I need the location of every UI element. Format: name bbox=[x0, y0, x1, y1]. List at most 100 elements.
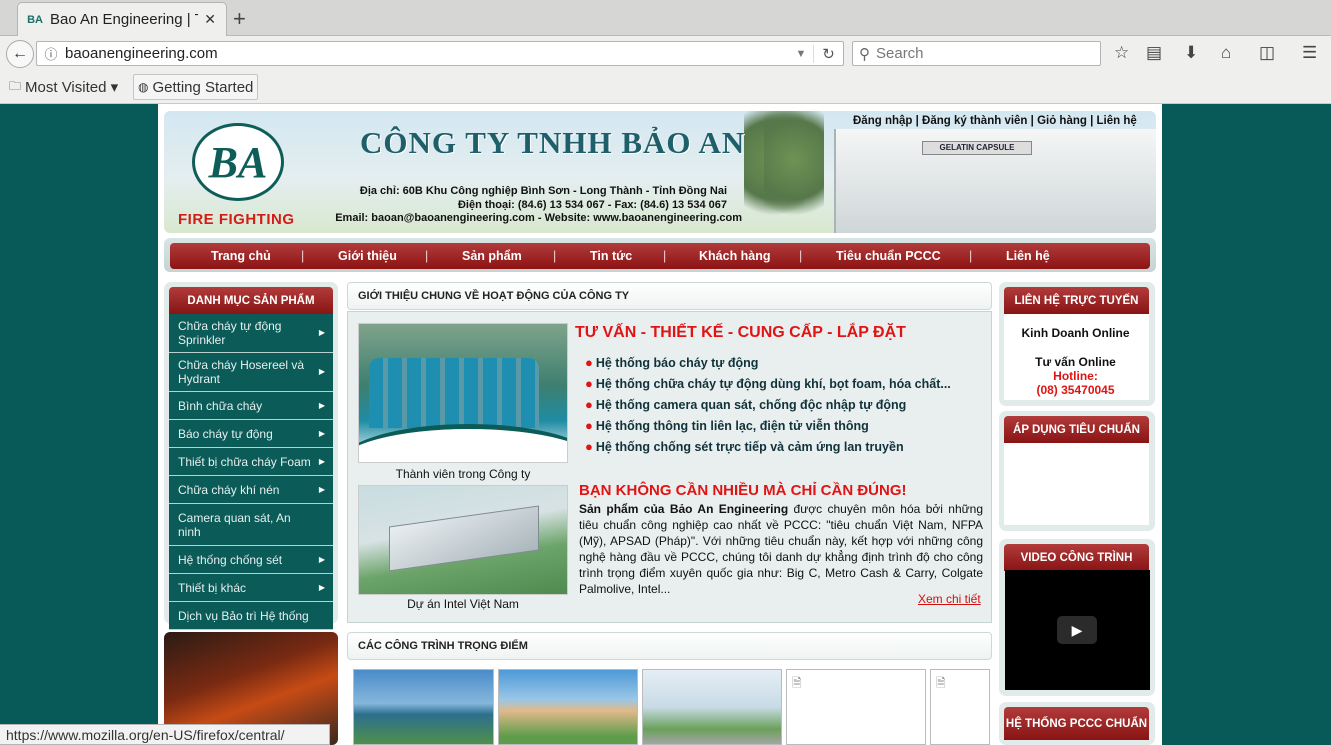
sales-online-label[interactable]: Kinh Doanh Online bbox=[1004, 326, 1147, 340]
url-bar[interactable]: ⓘ baoanengineering.com ▼ ↻ bbox=[36, 41, 844, 66]
pccc-box: HỆ THỐNG PCCC CHUẨN bbox=[999, 702, 1155, 745]
url-text[interactable]: baoanengineering.com bbox=[65, 45, 789, 62]
category-item[interactable]: Hệ thống chống sét ▶ bbox=[169, 546, 333, 574]
reload-icon[interactable]: ↻ bbox=[813, 44, 843, 63]
menu-item-products[interactable]: Sản phẩm bbox=[462, 249, 522, 263]
service-item: ● Hệ thống chữa cháy tự động dùng khí, bọ… bbox=[585, 376, 951, 391]
paragraph-text: được chuyên môn hóa bởi những tiêu chuẩn… bbox=[579, 502, 984, 596]
chevron-right-icon: ▶ bbox=[318, 582, 325, 592]
company-name: CÔNG TY TNHH BẢO AN bbox=[360, 125, 746, 160]
bookmark-star-icon[interactable]: ☆ bbox=[1114, 43, 1129, 63]
home-icon[interactable]: ⌂ bbox=[1221, 43, 1231, 63]
reading-list-icon[interactable]: ▤ bbox=[1146, 43, 1162, 63]
service-item: ● Hệ thống báo cháy tự động bbox=[585, 355, 758, 370]
category-item[interactable]: Báo cháy tự động ▶ bbox=[169, 420, 333, 448]
bullet-dot-icon: ● bbox=[585, 439, 593, 454]
back-button[interactable]: ← bbox=[6, 40, 34, 68]
arrow-left-icon: ← bbox=[12, 45, 28, 62]
video-player[interactable]: ▶ bbox=[1005, 570, 1150, 690]
bookmark-getting-started[interactable]: ◍ Getting Started bbox=[133, 74, 259, 100]
fire-fighting-label: FIRE FIGHTING bbox=[178, 211, 295, 228]
company-email: Email: baoan@baoanengineering.com - Webs… bbox=[335, 212, 742, 224]
project-thumbnail[interactable] bbox=[498, 669, 638, 745]
play-icon[interactable]: ▶ bbox=[1057, 616, 1097, 644]
info-icon[interactable]: ⓘ bbox=[37, 44, 65, 63]
hotline-label: Hotline: bbox=[1053, 369, 1098, 383]
menu-item-news[interactable]: Tin tức bbox=[590, 249, 632, 263]
menu-item-customers[interactable]: Khách hàng bbox=[699, 249, 771, 263]
category-item[interactable]: Thiết bị khác ▶ bbox=[169, 574, 333, 602]
photo-wave bbox=[359, 424, 567, 462]
service-label: Hệ thống chữa cháy tự động dùng khí, bọt… bbox=[595, 377, 951, 391]
category-label: Chữa cháy Hosereel và Hydrant bbox=[178, 358, 305, 386]
category-label: Hệ thống chống sét bbox=[178, 553, 283, 567]
category-item[interactable]: Camera quan sát, An ninh bbox=[169, 504, 333, 546]
service-label: Hệ thống camera quan sát, chống độc nhập… bbox=[595, 398, 907, 412]
nav-bar: ← ⓘ baoanengineering.com ▼ ↻ ⚲ Search ☆ … bbox=[0, 36, 1331, 70]
chevron-right-icon: ▶ bbox=[318, 484, 325, 494]
intel-photo-caption: Dự án Intel Việt Nam bbox=[407, 597, 519, 611]
project-thumbnail[interactable] bbox=[642, 669, 782, 745]
category-label: Chữa cháy khí nén bbox=[178, 483, 280, 497]
broken-image-icon: 🗎 bbox=[936, 676, 946, 690]
services-heading: TƯ VẤN - THIẾT KẾ - CUNG CẤP - LẮP ĐẶT bbox=[575, 324, 906, 341]
globe-icon: ◍ bbox=[138, 80, 149, 94]
category-list: Chữa cháy tự động Sprinkler ▶ Chữa cháy H… bbox=[169, 314, 333, 630]
menu-item-about[interactable]: Giới thiệu bbox=[338, 249, 397, 263]
company-address: Địa chỉ: 60B Khu Công nghiệp Bình Sơn - … bbox=[359, 185, 727, 197]
category-title: DANH MỤC SẢN PHẨM bbox=[169, 287, 333, 314]
project-thumbnail-broken[interactable]: 🗎 bbox=[786, 669, 926, 745]
search-input[interactable]: ⚲ Search bbox=[852, 41, 1101, 66]
standards-title: ÁP DỤNG TIÊU CHUẨN bbox=[1004, 416, 1149, 443]
category-item[interactable]: Thiết bị chữa cháy Foam ▶ bbox=[169, 448, 333, 476]
download-icon[interactable]: ⬇ bbox=[1184, 43, 1198, 63]
menu-item-home[interactable]: Trang chủ bbox=[211, 249, 271, 263]
company-phone: Điện thoại: (84.6) 13 534 067 - Fax: (84… bbox=[457, 199, 727, 211]
chevron-right-icon: ▶ bbox=[318, 367, 325, 376]
category-item[interactable]: Chữa cháy tự động Sprinkler ▶ bbox=[169, 314, 333, 353]
tagline-heading: BẠN KHÔNG CẦN NHIỀU MÀ CHỈ CẦN ĐÚNG! bbox=[579, 482, 907, 499]
new-tab-button[interactable]: + bbox=[233, 6, 246, 32]
category-box: DANH MỤC SẢN PHẨM Chữa cháy tự động Spri… bbox=[164, 282, 338, 630]
dropdown-arrow-icon[interactable]: ▼ bbox=[789, 48, 813, 60]
company-logo[interactable]: BA bbox=[192, 123, 284, 201]
site-favicon-icon: BA bbox=[27, 13, 43, 26]
category-label: Bình chữa cháy bbox=[178, 399, 263, 413]
service-label: Hệ thống báo cháy tự động bbox=[595, 356, 759, 370]
staff-photo bbox=[358, 323, 568, 463]
chevron-right-icon: ▶ bbox=[318, 428, 325, 438]
browser-chrome: BA Bao An Engineering | Tr ✕ + ← ⓘ baoan… bbox=[0, 0, 1331, 104]
bookmarks-bar: 🗀 Most Visited ▾ ◍ Getting Started bbox=[0, 70, 1331, 104]
category-item[interactable]: Bình chữa cháy ▶ bbox=[169, 392, 333, 420]
service-label: Hệ thống chống sét trực tiếp và cảm ứng … bbox=[595, 440, 904, 454]
pocket-icon[interactable]: ◫ bbox=[1259, 43, 1275, 63]
staff-group-figures bbox=[369, 358, 539, 428]
search-placeholder: Search bbox=[876, 45, 924, 62]
project-thumbnail-broken[interactable]: 🗎 bbox=[930, 669, 990, 745]
web-page: GELATIN CAPSULE BA FIRE FIGHTING CÔNG TY… bbox=[158, 104, 1162, 745]
category-item[interactable]: Chữa cháy Hosereel và Hydrant ▶ bbox=[169, 353, 333, 392]
bullet-dot-icon: ● bbox=[585, 355, 593, 370]
category-label: Thiết bị chữa cháy Foam bbox=[178, 455, 311, 469]
consult-online-label[interactable]: Tư vấn Online bbox=[1004, 355, 1147, 369]
staff-photo-caption: Thành viên trong Công ty bbox=[395, 467, 531, 481]
menu-item-standards[interactable]: Tiêu chuẩn PCCC bbox=[836, 249, 941, 263]
project-thumbnail[interactable] bbox=[353, 669, 494, 745]
close-tab-icon[interactable]: ✕ bbox=[204, 11, 216, 28]
menu-separator: | bbox=[663, 249, 667, 263]
menu-item-contact[interactable]: Liên hệ bbox=[1006, 249, 1050, 263]
intro-panel: Thành viên trong Công ty TƯ VẤN - THIẾT … bbox=[347, 311, 992, 623]
header-tree-image bbox=[764, 111, 824, 233]
bookmark-label: Getting Started bbox=[152, 78, 254, 96]
category-item[interactable]: Chữa cháy khí nén ▶ bbox=[169, 476, 333, 504]
menu-separator: | bbox=[969, 249, 973, 263]
hamburger-menu-icon[interactable]: ☰ bbox=[1302, 43, 1317, 63]
bullet-dot-icon: ● bbox=[585, 376, 593, 391]
top-links[interactable]: Đăng nhập | Đăng ký thành viên | Giỏ hàn… bbox=[853, 115, 1137, 127]
bookmark-most-visited[interactable]: 🗀 Most Visited ▾ bbox=[5, 74, 122, 100]
category-item[interactable]: Dịch vụ Bảo trì Hệ thống bbox=[169, 602, 333, 630]
chevron-right-icon: ▶ bbox=[318, 456, 325, 466]
read-more-link[interactable]: Xem chi tiết bbox=[918, 592, 981, 606]
intro-paragraph: Sản phẩm của Bảo An Engineering được chu… bbox=[579, 501, 983, 597]
browser-tab[interactable]: BA Bao An Engineering | Tr ✕ bbox=[17, 2, 227, 36]
